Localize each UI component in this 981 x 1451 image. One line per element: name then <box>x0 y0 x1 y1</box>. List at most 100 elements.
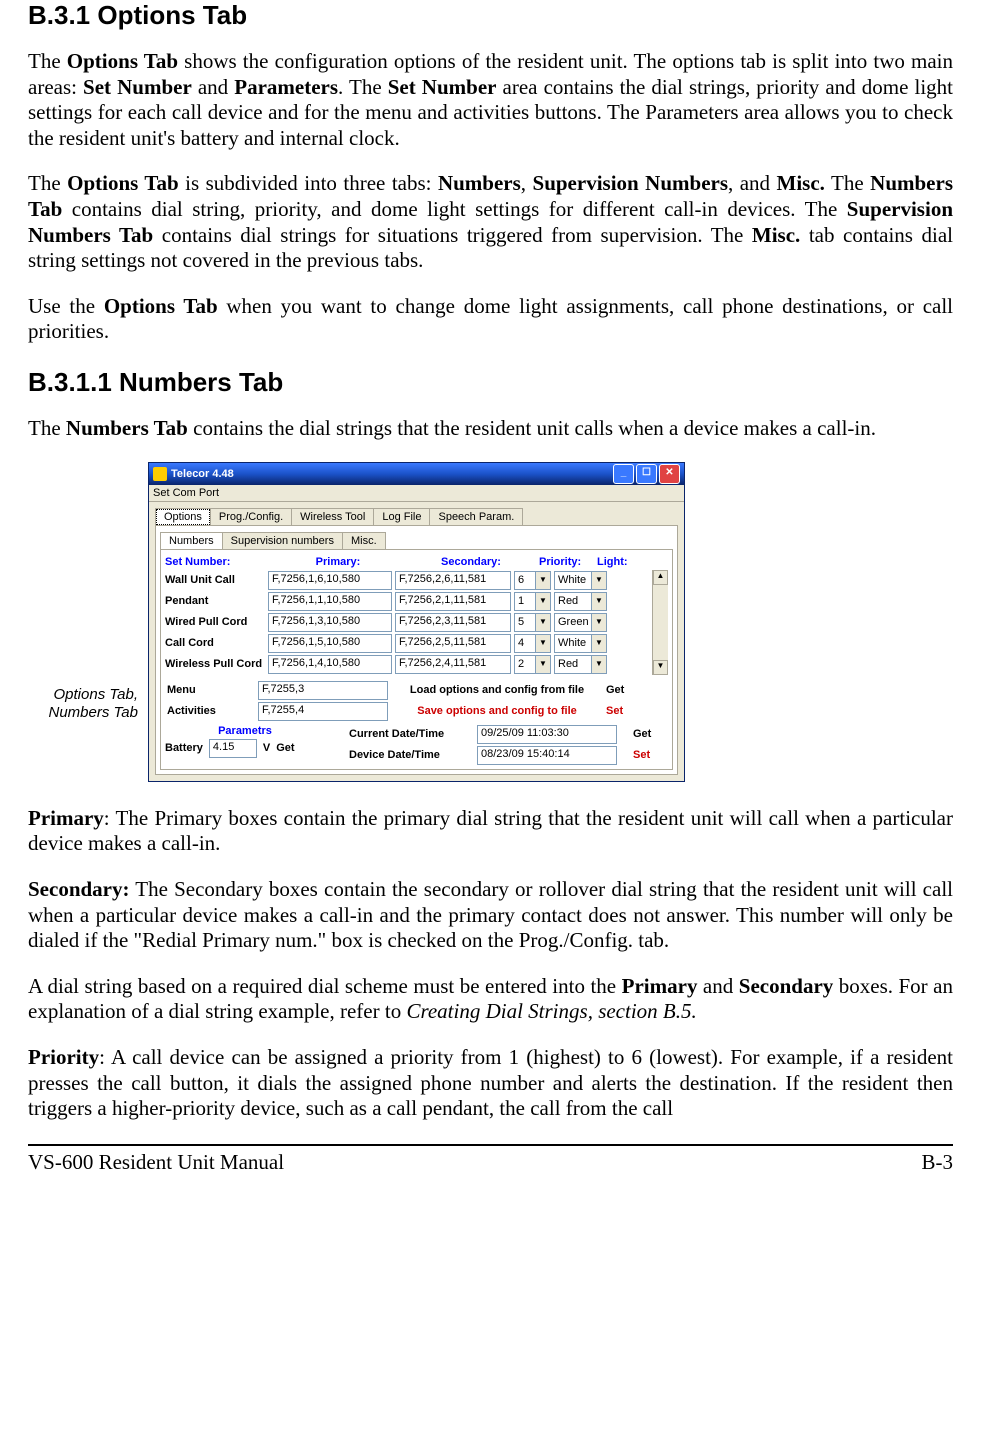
text: is subdivided into three tabs: <box>179 171 438 195</box>
tab-prog-config[interactable]: Prog./Config. <box>210 508 292 525</box>
secondary-input[interactable]: F,7256,2,6,11,581 <box>395 571 511 590</box>
battery-label: Battery <box>165 742 203 754</box>
battery-input[interactable]: 4.15 <box>209 739 257 758</box>
table-row: Wired Pull Cord F,7256,1,3,10,580 F,7256… <box>165 612 652 633</box>
footer-right: B-3 <box>922 1150 954 1175</box>
minimize-button[interactable]: _ <box>613 464 634 484</box>
primary-input[interactable]: F,7256,1,3,10,580 <box>268 613 392 632</box>
chevron-down-icon: ▼ <box>591 635 606 652</box>
datetime-get-button[interactable]: Get <box>633 728 683 740</box>
app-icon <box>153 467 167 481</box>
secondary-input[interactable]: F,7256,2,3,11,581 <box>395 613 511 632</box>
datetime-set-button[interactable]: Set <box>633 749 683 761</box>
table-header: Set Number: Primary: Secondary: Priority… <box>165 554 668 570</box>
maximize-button[interactable]: ☐ <box>636 464 657 484</box>
secondary-input[interactable]: F,7256,2,4,11,581 <box>395 655 511 674</box>
tab-log-file[interactable]: Log File <box>373 508 430 525</box>
menubar[interactable]: Set Com Port <box>149 485 684 502</box>
priority-select[interactable]: 5▼ <box>514 613 551 632</box>
caption-line: Options Tab, <box>54 686 139 703</box>
text: The <box>28 49 67 73</box>
tab-supervision-numbers[interactable]: Supervision numbers <box>222 532 343 549</box>
text: and <box>192 75 234 99</box>
battery-get-button[interactable]: Get <box>276 742 294 754</box>
col-set-number: Set Number: <box>165 556 270 568</box>
light-select[interactable]: Green▼ <box>554 613 607 632</box>
text-bold: Numbers Tab <box>66 416 188 440</box>
text-bold: Misc. <box>777 171 825 195</box>
menu-input[interactable]: F,7255,3 <box>258 681 388 700</box>
primary-input[interactable]: F,7256,1,6,10,580 <box>268 571 392 590</box>
parameters-label: Parametrs <box>165 725 325 737</box>
text: , <box>521 171 533 195</box>
text: contains dial strings for situations tri… <box>153 223 752 247</box>
text: Use the <box>28 294 104 318</box>
table-row: Wall Unit Call F,7256,1,6,10,580 F,7256,… <box>165 570 652 591</box>
priority-value: 6 <box>518 574 524 586</box>
priority-value: 2 <box>518 658 524 670</box>
heading-b311: B.3.1.1 Numbers Tab <box>28 367 953 398</box>
text: The Secondary boxes contain the secondar… <box>28 877 953 952</box>
light-value: Red <box>558 595 578 607</box>
light-value: White <box>558 637 586 649</box>
priority-select[interactable]: 2▼ <box>514 655 551 674</box>
scroll-down-icon[interactable]: ▼ <box>653 660 668 675</box>
light-value: White <box>558 574 586 586</box>
priority-select[interactable]: 4▼ <box>514 634 551 653</box>
priority-select[interactable]: 6▼ <box>514 571 551 590</box>
chevron-down-icon: ▼ <box>535 656 550 673</box>
text: The <box>28 171 67 195</box>
set-button[interactable]: Set <box>606 705 666 717</box>
close-button[interactable]: ✕ <box>659 464 680 484</box>
chevron-down-icon: ▼ <box>535 635 550 652</box>
primary-input[interactable]: F,7256,1,4,10,580 <box>268 655 392 674</box>
caption-line: Numbers Tab <box>49 704 139 721</box>
row-label: Pendant <box>165 595 265 607</box>
text-bold: Supervision Numbers <box>533 171 729 195</box>
text-bold: Options Tab <box>67 171 179 195</box>
titlebar[interactable]: Telecor 4.48 _ ☐ ✕ <box>149 463 684 485</box>
tab-speech-param[interactable]: Speech Param. <box>429 508 523 525</box>
text-bold: Parameters <box>234 75 338 99</box>
light-select[interactable]: Red ▼ <box>554 592 607 611</box>
light-select[interactable]: White ▼ <box>554 634 607 653</box>
table-row: Call Cord F,7256,1,5,10,580 F,7256,2,5,1… <box>165 633 652 654</box>
priority-value: 4 <box>518 637 524 649</box>
col-secondary: Secondary: <box>406 556 536 568</box>
current-datetime-input[interactable]: 09/25/09 11:03:30 <box>477 725 617 744</box>
primary-input[interactable]: F,7256,1,1,10,580 <box>268 592 392 611</box>
priority-select[interactable]: 1▼ <box>514 592 551 611</box>
tab-numbers[interactable]: Numbers <box>160 532 223 549</box>
text: , and <box>728 171 777 195</box>
app-window: Telecor 4.48 _ ☐ ✕ Set Com Port Options … <box>148 462 685 782</box>
text-italic: Creating Dial Strings, section B.5. <box>406 999 696 1023</box>
chevron-down-icon: ▼ <box>591 614 606 631</box>
device-datetime-input[interactable]: 08/23/09 15:40:14 <box>477 746 617 765</box>
main-tabs: Options Prog./Config. Wireless Tool Log … <box>155 508 678 525</box>
tab-wireless-tool[interactable]: Wireless Tool <box>291 508 374 525</box>
scroll-up-icon[interactable]: ▲ <box>653 570 668 585</box>
activities-input[interactable]: F,7255,4 <box>258 702 388 721</box>
secondary-input[interactable]: F,7256,2,5,11,581 <box>395 634 511 653</box>
tab-misc[interactable]: Misc. <box>342 532 386 549</box>
light-value: Green <box>558 616 589 628</box>
light-select[interactable]: Red▼ <box>554 655 607 674</box>
priority-value: 1 <box>518 595 524 607</box>
secondary-input[interactable]: F,7256,2,1,11,581 <box>395 592 511 611</box>
text-bold: Secondary: <box>28 877 130 901</box>
text: The <box>28 416 66 440</box>
sub-tabs: Numbers Supervision numbers Misc. <box>160 532 673 549</box>
text-bold: Primary <box>622 974 698 998</box>
battery-unit: V <box>263 742 270 754</box>
light-select[interactable]: White▼ <box>554 571 607 590</box>
get-button[interactable]: Get <box>606 684 666 696</box>
tab-options[interactable]: Options <box>155 508 211 525</box>
load-options-label: Load options and config from file <box>394 684 600 696</box>
primary-input[interactable]: F,7256,1,5,10,580 <box>268 634 392 653</box>
chevron-down-icon: ▼ <box>591 656 606 673</box>
text: . The <box>338 75 388 99</box>
paragraph-2: The Options Tab is subdivided into three… <box>28 171 953 273</box>
page-footer: VS-600 Resident Unit Manual B-3 <box>28 1150 953 1175</box>
vertical-scrollbar[interactable]: ▲ ▼ <box>652 570 668 675</box>
chevron-down-icon: ▼ <box>591 593 606 610</box>
